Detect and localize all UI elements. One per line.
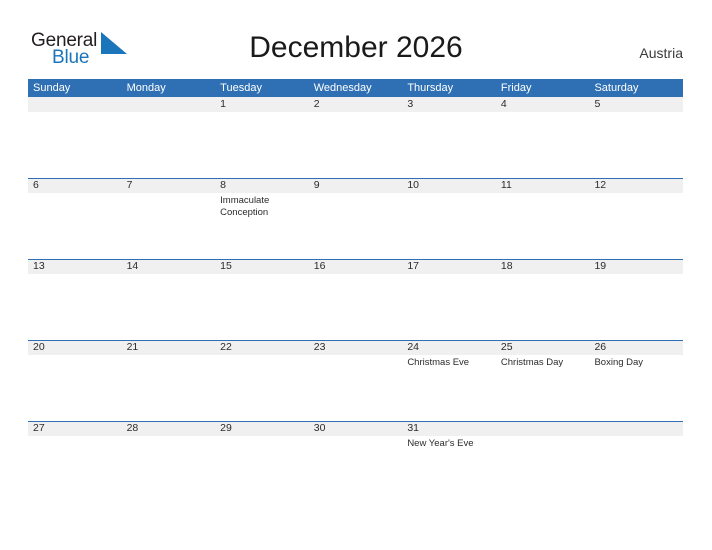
- calendar-page: General Blue December 2026 Austria Sunda…: [0, 0, 712, 550]
- weekday-thursday: Thursday: [407, 82, 454, 94]
- day-number: 9: [313, 179, 320, 191]
- week-row: 13 14 15 16 17 18 19: [28, 259, 683, 340]
- weekday-monday: Monday: [126, 82, 166, 94]
- day-number: 19: [594, 260, 607, 272]
- day-number: 5: [594, 98, 601, 110]
- day-event: Boxing Day: [594, 357, 644, 368]
- day-number: 3: [407, 98, 414, 110]
- day-cell[interactable]: 26 Boxing Day: [589, 340, 683, 421]
- day-cell[interactable]: 7: [122, 178, 216, 259]
- day-cell[interactable]: 24 Christmas Eve: [402, 340, 496, 421]
- day-cell[interactable]: 25 Christmas Day: [496, 340, 590, 421]
- day-cell[interactable]: 4: [496, 97, 590, 178]
- day-cell[interactable]: [496, 421, 590, 502]
- day-cell[interactable]: 10: [402, 178, 496, 259]
- day-number: 7: [126, 179, 133, 191]
- weekday-saturday: Saturday: [594, 82, 639, 94]
- day-number: 23: [313, 341, 326, 353]
- day-number: 14: [126, 260, 139, 272]
- day-number: 6: [33, 179, 39, 191]
- day-cell[interactable]: 1: [215, 97, 309, 178]
- day-cell[interactable]: 2: [309, 97, 403, 178]
- day-cell[interactable]: 3: [402, 97, 496, 178]
- day-cell[interactable]: 11: [496, 178, 590, 259]
- day-number: 13: [33, 260, 45, 272]
- day-number: 24: [407, 341, 419, 353]
- week-row: 27 28 29 30 31 New Year's Eve: [28, 421, 683, 502]
- day-number: 29: [220, 422, 232, 434]
- day-number: 25: [500, 341, 513, 353]
- day-number: 15: [220, 260, 232, 272]
- week-row: 1 2 3 4 5: [28, 97, 683, 178]
- day-cell[interactable]: 6: [28, 178, 122, 259]
- day-number: 4: [500, 98, 507, 110]
- day-cell[interactable]: [589, 421, 683, 502]
- day-number: 30: [313, 422, 326, 434]
- day-number: 2: [313, 98, 320, 110]
- day-cell[interactable]: 5: [589, 97, 683, 178]
- day-cell[interactable]: 12: [589, 178, 683, 259]
- day-number: 27: [33, 422, 45, 434]
- day-number: 21: [126, 341, 139, 353]
- day-cell[interactable]: 17: [402, 259, 496, 340]
- day-cell[interactable]: [28, 97, 122, 178]
- day-cell[interactable]: 18: [496, 259, 590, 340]
- day-cell[interactable]: 23: [309, 340, 403, 421]
- day-cell[interactable]: 15: [215, 259, 309, 340]
- day-number: 8: [220, 179, 226, 191]
- day-cell[interactable]: 28: [122, 421, 216, 502]
- day-event: Christmas Eve: [407, 357, 470, 368]
- page-title: December 2026: [249, 31, 463, 64]
- country-label: Austria: [639, 45, 683, 61]
- day-cell[interactable]: 9: [309, 178, 403, 259]
- weekday-tuesday: Tuesday: [220, 82, 262, 94]
- day-number: 28: [126, 422, 139, 434]
- day-cell[interactable]: 14: [122, 259, 216, 340]
- weekday-sunday: Sunday: [33, 82, 71, 94]
- day-number: 26: [594, 341, 607, 353]
- day-cell[interactable]: 22: [215, 340, 309, 421]
- day-cell[interactable]: 31 New Year's Eve: [402, 421, 496, 502]
- day-number: 1: [220, 98, 226, 110]
- day-number: 10: [407, 179, 419, 191]
- day-number: 31: [407, 422, 419, 434]
- day-number: 22: [220, 341, 232, 353]
- day-cell[interactable]: 29: [215, 421, 309, 502]
- day-cell[interactable]: 19: [589, 259, 683, 340]
- day-number: 17: [407, 260, 419, 272]
- day-cell[interactable]: 13: [28, 259, 122, 340]
- day-cell[interactable]: [122, 97, 216, 178]
- day-event: Immaculate Conception: [220, 195, 270, 218]
- day-number: 16: [313, 260, 326, 272]
- weekday-friday: Friday: [500, 82, 532, 94]
- day-cell[interactable]: 16: [309, 259, 403, 340]
- day-number: 18: [500, 260, 513, 272]
- weekday-wednesday: Wednesday: [313, 82, 372, 94]
- weekday-header-row: Sunday Monday Tuesday Wednesday Thursday…: [28, 79, 683, 97]
- day-cell[interactable]: 8 Immaculate Conception: [215, 178, 309, 259]
- week-row: 20 21 22 23 24 Christmas Eve 25 Christma…: [28, 340, 683, 421]
- day-event: Christmas Day: [500, 357, 564, 368]
- week-row: 6 7 8 Immaculate Conception 9 10 11 12: [28, 178, 683, 259]
- day-cell[interactable]: 27: [28, 421, 122, 502]
- day-cell[interactable]: 30: [309, 421, 403, 502]
- day-event: New Year's Eve: [407, 438, 474, 449]
- day-number: 12: [594, 179, 607, 191]
- calendar-grid: Sunday Monday Tuesday Wednesday Thursday…: [28, 79, 683, 502]
- page-header: General Blue December 2026 Austria: [0, 0, 712, 78]
- day-cell[interactable]: 20: [28, 340, 122, 421]
- day-cell[interactable]: 21: [122, 340, 216, 421]
- day-number: 11: [500, 179, 512, 191]
- day-number: 20: [33, 341, 45, 353]
